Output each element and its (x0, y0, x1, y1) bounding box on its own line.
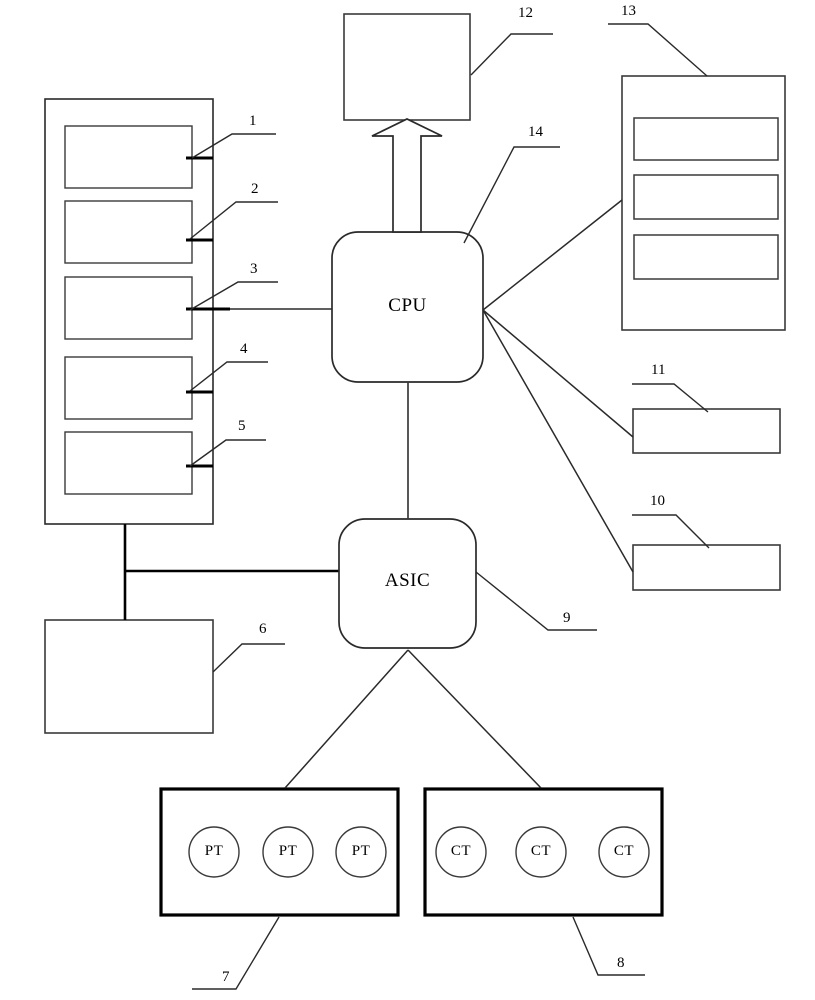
left-slot-5[interactable] (64, 431, 193, 495)
left-slot-2[interactable] (64, 200, 193, 264)
ct-sensor-1-label: CT (450, 843, 472, 859)
pt-sensor-3-label: PT (351, 843, 371, 859)
pt-sensor-1-label: PT (204, 843, 224, 859)
left-slot-3[interactable] (64, 276, 193, 340)
leader-line-12 (470, 33, 553, 76)
diagram-vector-layer (44, 13, 786, 990)
ref-numeral-8: 8 (617, 955, 625, 971)
ct-sensor-3-label: CT (613, 843, 635, 859)
asic-sensor-fanout-lines (284, 649, 542, 789)
right-module-container-13[interactable] (621, 75, 786, 331)
slot-tap-connectors (186, 156, 213, 468)
ref-numeral-5: 5 (238, 418, 246, 434)
ref-numeral-7: 7 (222, 969, 230, 985)
right-slot-3[interactable] (633, 234, 779, 280)
pt-sensor-2-label: PT (278, 843, 298, 859)
ref-numeral-4: 4 (240, 341, 248, 357)
ref-numeral-2: 2 (251, 181, 259, 197)
ref-numeral-10: 10 (650, 493, 665, 509)
leader-line-3 (189, 281, 278, 311)
peripheral-module-10[interactable] (632, 544, 781, 591)
ct-sensor-2-label: CT (530, 843, 552, 859)
display-unit-12[interactable] (343, 13, 471, 121)
ref-numeral-1: 1 (249, 113, 257, 129)
right-slot-2[interactable] (633, 174, 779, 220)
cpu-label: CPU (388, 295, 427, 316)
leader-line-5 (189, 439, 266, 467)
leader-line-6 (212, 643, 285, 673)
left-slot-4[interactable] (64, 356, 193, 420)
block-diagram-canvas: CPU ASIC PT PT PT CT CT CT 1 2 3 4 5 6 7… (0, 0, 815, 1000)
leader-line-14 (463, 146, 560, 244)
leader-line-2 (189, 201, 278, 240)
peripheral-module-11[interactable] (632, 408, 781, 454)
ref-numeral-12: 12 (518, 5, 533, 21)
right-slot-1[interactable] (633, 117, 779, 161)
left-module-container[interactable] (44, 98, 214, 525)
asic-label: ASIC (384, 570, 431, 591)
ref-numeral-14: 14 (528, 124, 543, 140)
ref-numeral-3: 3 (250, 261, 258, 277)
leader-line-11 (632, 383, 709, 413)
left-bus-lines (123, 524, 339, 620)
leader-line-9 (475, 571, 597, 631)
leader-line-10 (632, 514, 710, 549)
leader-line-13 (608, 23, 708, 77)
lower-left-module-6[interactable] (44, 619, 214, 734)
ref-numeral-13: 13 (621, 3, 636, 19)
ref-numeral-9: 9 (563, 610, 571, 626)
cpu-to-display-block-arrow (371, 118, 443, 233)
leader-line-4 (189, 361, 268, 392)
ref-numeral-6: 6 (259, 621, 267, 637)
leader-line-7 (192, 916, 280, 990)
leader-line-1 (191, 133, 276, 159)
ref-numeral-11: 11 (651, 362, 666, 378)
left-slot-1[interactable] (64, 125, 193, 189)
leader-line-8 (572, 916, 645, 976)
cpu-fanout-lines (482, 199, 634, 573)
